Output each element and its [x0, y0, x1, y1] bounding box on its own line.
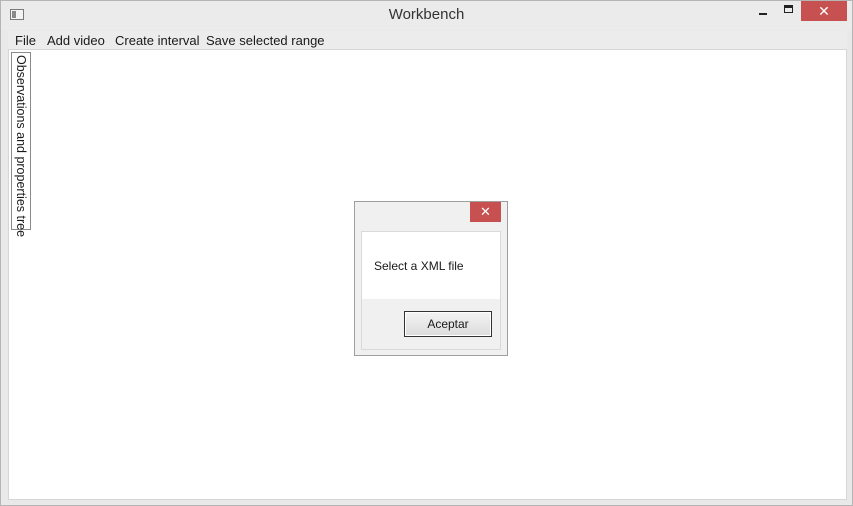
menu-save-selected-range[interactable]: Save selected range	[206, 33, 325, 48]
close-icon: ✕	[818, 3, 830, 19]
title-bar: Workbench ✕	[1, 1, 852, 30]
close-icon: ✕	[480, 204, 491, 219]
menu-create-interval[interactable]: Create interval	[115, 33, 200, 48]
ok-button[interactable]: Aceptar	[404, 311, 492, 337]
window-title: Workbench	[388, 6, 465, 23]
menu-add-video[interactable]: Add video	[47, 33, 105, 48]
dialog-close-button[interactable]: ✕	[470, 202, 501, 222]
observations-tree-tab[interactable]: Observations and properties tree	[11, 52, 31, 238]
message-dialog: ✕ Select a XML file Aceptar	[354, 201, 508, 356]
menu-file[interactable]: File	[15, 33, 36, 48]
dialog-message: Select a XML file	[374, 259, 464, 273]
observations-tree-tab-label: Observations and properties tree	[14, 55, 28, 238]
menu-bar: File Add video Create interval Save sele…	[8, 31, 847, 49]
main-window: Workbench ✕ File Add video Create interv…	[0, 0, 853, 506]
dialog-message-area: Select a XML file	[362, 232, 500, 299]
close-window-button[interactable]: ✕	[801, 1, 847, 21]
dialog-body: Select a XML file Aceptar	[361, 231, 501, 350]
